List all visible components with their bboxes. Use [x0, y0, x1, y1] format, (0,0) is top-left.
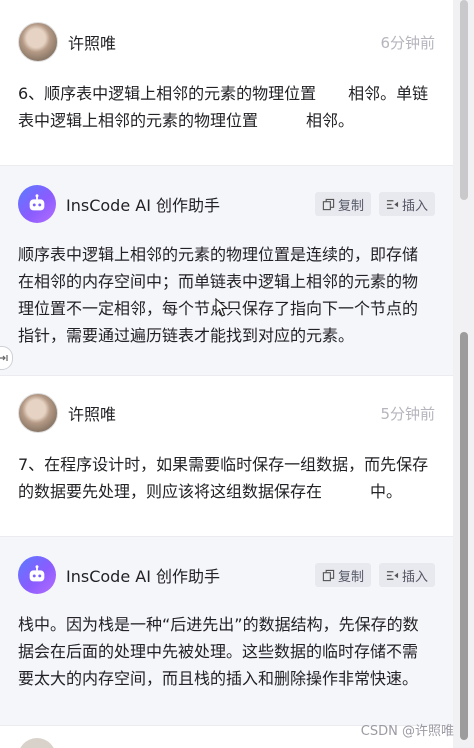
message-actions: 复制 插入 — [314, 192, 435, 216]
message-actions: 复制 插入 — [314, 563, 435, 587]
ai-avatar — [18, 556, 56, 594]
copy-label: 复制 — [337, 198, 364, 214]
robot-icon — [29, 194, 45, 211]
message-user: 许照唯 5分钟前 7、在程序设计时，如果需要临时保存一组数据，而先保存的数据要先… — [0, 376, 453, 536]
message-ai: InsCode AI 创作助手 复制 插入 顺序表中逻辑上相邻的元素的物理位置是… — [0, 165, 453, 376]
robot-icon — [29, 565, 45, 582]
copy-icon — [322, 569, 335, 581]
message-ai: InsCode AI 创作助手 复制 插入 栈中。因为栈是一种“后进先出”的数据… — [0, 536, 453, 726]
message-text: 栈中。因为栈是一种“后进先出”的数据结构，先保存的数据会在后面的处理中先被处理。… — [18, 615, 419, 688]
insert-label: 插入 — [401, 198, 428, 214]
message-text: 顺序表中逻辑上相邻的元素的物理位置是连续的，即存储在相邻的内存空间中；而单链表中… — [18, 245, 419, 345]
copy-button[interactable]: 复制 — [314, 192, 371, 216]
insert-label: 插入 — [401, 569, 428, 585]
message-text: 7、在程序设计时，如果需要临时保存一组数据，而先保存的数据要先处理，则应该将这组… — [18, 455, 429, 501]
chat-feed: 许照唯 6分钟前 6、顺序表中逻辑上相邻的元素的物理位置 相邻。单链表中逻辑上相… — [0, 0, 453, 748]
timestamp: 6分钟前 — [380, 33, 435, 52]
user-name: 许照唯 — [68, 34, 117, 53]
scrollbar-thumb[interactable] — [460, 332, 468, 740]
ai-avatar — [18, 185, 56, 223]
copy-label: 复制 — [337, 569, 364, 585]
watermark: CSDN @许照唯 — [360, 724, 454, 739]
assistant-name: InsCode AI 创作助手 — [66, 196, 220, 215]
timestamp: 5分钟前 — [380, 404, 435, 423]
assistant-name: InsCode AI 创作助手 — [66, 567, 220, 586]
message-user: 许照唯 6分钟前 6、顺序表中逻辑上相邻的元素的物理位置 相邻。单链表中逻辑上相… — [0, 0, 453, 165]
copy-button[interactable]: 复制 — [314, 563, 371, 587]
copy-icon — [322, 198, 335, 210]
message-text: 6、顺序表中逻辑上相邻的元素的物理位置 相邻。单链表中逻辑上相邻的元素的物理位置… — [18, 84, 429, 130]
outer-scrollbar-thumb[interactable] — [460, 0, 468, 200]
mouse-cursor-icon — [215, 298, 229, 317]
insert-button[interactable]: 插入 — [378, 563, 435, 587]
collapse-arrow-icon — [0, 355, 8, 361]
user-name: 许照唯 — [68, 405, 117, 424]
next-message-avatar — [18, 738, 56, 748]
insert-button[interactable]: 插入 — [378, 192, 435, 216]
user-avatar[interactable] — [18, 393, 58, 433]
insert-icon — [386, 570, 399, 580]
user-avatar[interactable] — [18, 22, 58, 62]
insert-icon — [386, 199, 399, 209]
